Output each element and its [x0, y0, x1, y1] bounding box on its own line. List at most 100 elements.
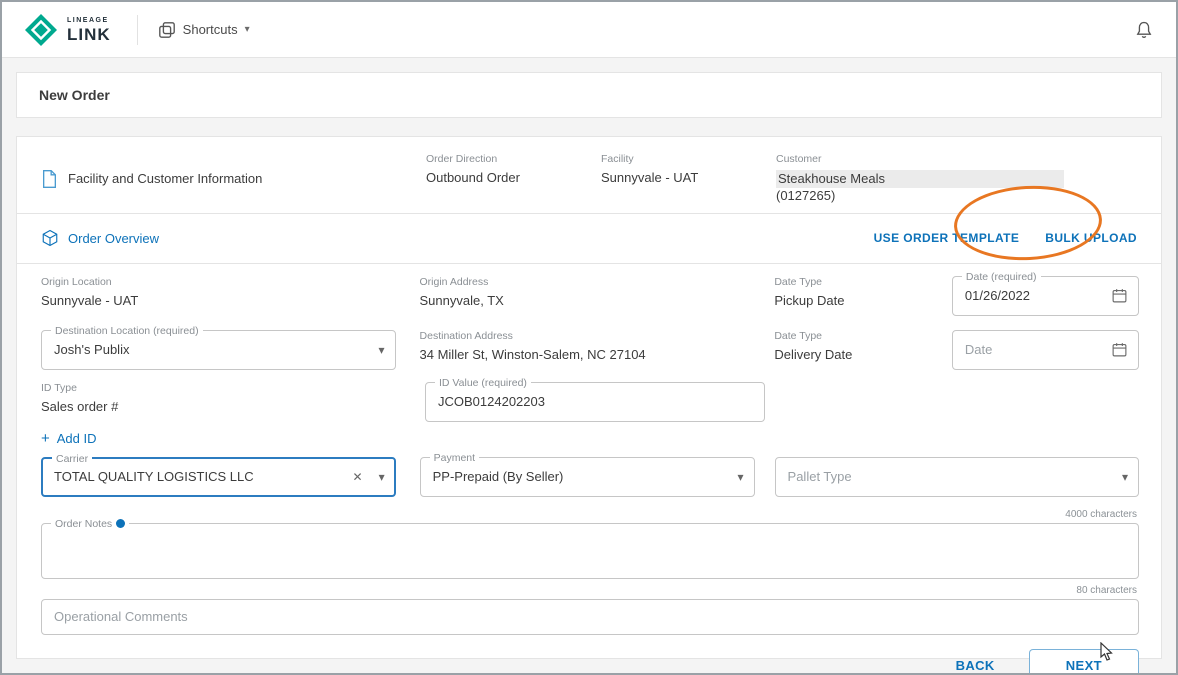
- operational-comments-input[interactable]: [54, 609, 1128, 624]
- pickup-date-type-value: Pickup Date: [774, 293, 932, 308]
- payment-label: Payment: [430, 452, 479, 464]
- destination-address-label: Destination Address: [420, 330, 755, 342]
- add-id-label: Add ID: [57, 431, 97, 446]
- id-type-label: ID Type: [41, 382, 401, 394]
- customer-field: Customer Steakhouse Meals (0127265): [776, 153, 1137, 205]
- calendar-icon: [1111, 341, 1128, 358]
- delivery-date-col: Date: [952, 330, 1139, 370]
- pickup-date-type-field: Date Type Pickup Date: [774, 276, 932, 308]
- notifications-button[interactable]: [1134, 19, 1154, 41]
- lineage-diamond-icon: [24, 13, 58, 47]
- clear-icon[interactable]: ✕: [353, 470, 363, 484]
- use-order-template-link[interactable]: USE ORDER TEMPLATE: [874, 231, 1020, 245]
- destination-location-select[interactable]: Destination Location (required) Josh's P…: [41, 330, 396, 370]
- calendar-button[interactable]: [1111, 287, 1128, 304]
- pallet-type-select[interactable]: Pallet Type ▾: [775, 457, 1139, 497]
- origin-location-field: Origin Location Sunnyvale - UAT: [41, 276, 396, 308]
- destination-location-value: Josh's Publix: [54, 342, 370, 357]
- pallet-type-placeholder: Pallet Type: [788, 469, 1114, 484]
- id-value-input[interactable]: ID Value (required) JCOB0124202203: [425, 382, 765, 422]
- origin-address-value: Sunnyvale, TX: [420, 293, 755, 308]
- pickup-date-value: 01/26/2022: [965, 288, 1103, 303]
- back-button[interactable]: BACK: [952, 652, 999, 675]
- origin-address-field: Origin Address Sunnyvale, TX: [420, 276, 755, 308]
- order-notes-label-text: Order Notes: [55, 518, 112, 530]
- shortcuts-icon: [158, 21, 176, 39]
- operational-comments-field[interactable]: [41, 599, 1139, 635]
- chevron-down-icon[interactable]: ▾: [738, 470, 744, 484]
- payment-value: PP-Prepaid (By Seller): [433, 469, 730, 484]
- lineage-link-logo[interactable]: LINEAGE LINK: [24, 13, 111, 47]
- chevron-down-icon: ▾: [245, 24, 250, 35]
- form-actions: BACK NEXT: [41, 649, 1139, 675]
- shortcuts-label: Shortcuts: [183, 22, 238, 37]
- order-notes-counter: 4000 characters: [41, 509, 1137, 520]
- order-form-card: Facility and Customer Information Order …: [16, 136, 1162, 659]
- order-direction-value: Outbound Order: [426, 170, 601, 186]
- origin-location-value: Sunnyvale - UAT: [41, 293, 396, 308]
- add-id-button[interactable]: + Add ID: [41, 430, 97, 447]
- chevron-down-icon[interactable]: ▾: [379, 470, 385, 484]
- brand-name-lineage: LINEAGE: [67, 17, 111, 24]
- page-header-card: New Order: [16, 72, 1162, 118]
- next-button[interactable]: NEXT: [1029, 649, 1139, 675]
- chevron-down-icon[interactable]: ▾: [378, 343, 384, 357]
- facility-label: Facility: [601, 153, 776, 165]
- carrier-combobox[interactable]: Carrier TOTAL QUALITY LOGISTICS LLC ✕ ▾: [41, 457, 396, 497]
- order-notes-input[interactable]: [54, 534, 1128, 578]
- destination-location-label: Destination Location (required): [51, 325, 203, 337]
- delivery-date-type-value: Delivery Date: [774, 347, 932, 362]
- destination-address-field: Destination Address 34 Miller St, Winsto…: [420, 330, 755, 362]
- payment-select[interactable]: Payment PP-Prepaid (By Seller) ▾: [420, 457, 755, 497]
- delivery-date-type-field: Date Type Delivery Date: [774, 330, 932, 362]
- page-title: New Order: [39, 87, 110, 103]
- pickup-date-type-label: Date Type: [774, 276, 932, 288]
- order-notes-textarea[interactable]: Order Notes: [41, 523, 1139, 579]
- form-row-origin: Origin Location Sunnyvale - UAT Origin A…: [41, 276, 1139, 316]
- carrier-value: TOTAL QUALITY LOGISTICS LLC: [54, 469, 353, 484]
- brand-text: LINEAGE LINK: [67, 17, 111, 43]
- calendar-button[interactable]: [1111, 341, 1128, 358]
- delivery-date-input[interactable]: Date: [952, 330, 1139, 370]
- order-form: Origin Location Sunnyvale - UAT Origin A…: [17, 264, 1161, 675]
- carrier-label: Carrier: [52, 453, 92, 465]
- facility-customer-row: Facility and Customer Information Order …: [17, 137, 1161, 214]
- document-icon: [41, 169, 58, 189]
- destination-location-col: Destination Location (required) Josh's P…: [41, 330, 396, 370]
- pickup-date-col: Date (required) 01/26/2022: [952, 276, 1139, 316]
- id-value-text: JCOB0124202203: [438, 394, 754, 409]
- pickup-date-input[interactable]: Date (required) 01/26/2022: [952, 276, 1139, 316]
- brand-name-link: LINK: [67, 26, 111, 43]
- pallet-type-col: Pallet Type ▾: [775, 457, 1139, 497]
- id-type-value: Sales order #: [41, 399, 401, 414]
- page-content: New Order Facility and Customer Informat…: [2, 58, 1176, 675]
- order-overview-title: Order Overview: [41, 229, 159, 247]
- order-overview-row: Order Overview USE ORDER TEMPLATE BULK U…: [17, 214, 1161, 264]
- delivery-date-type-label: Date Type: [774, 330, 932, 342]
- facility-section-title: Facility and Customer Information: [41, 153, 426, 205]
- customer-value-line1: Steakhouse Meals: [776, 170, 1064, 188]
- carrier-col: Carrier TOTAL QUALITY LOGISTICS LLC ✕ ▾: [41, 457, 396, 497]
- customer-label: Customer: [776, 153, 1137, 165]
- order-notes-label: Order Notes: [51, 518, 129, 530]
- app-window: LINEAGE LINK Shortcuts ▾ New Order: [0, 0, 1178, 675]
- form-row-id: ID Type Sales order # ID Value (required…: [41, 382, 1139, 422]
- origin-location-label: Origin Location: [41, 276, 396, 288]
- destination-address-value: 34 Miller St, Winston-Salem, NC 27104: [420, 347, 755, 362]
- facility-field: Facility Sunnyvale - UAT: [601, 153, 776, 205]
- bulk-upload-link[interactable]: BULK UPLOAD: [1045, 231, 1137, 245]
- topbar-divider: [137, 15, 138, 45]
- cube-icon: [41, 229, 59, 247]
- delivery-date-placeholder: Date: [965, 342, 1103, 357]
- shortcuts-menu[interactable]: Shortcuts ▾: [158, 21, 250, 39]
- info-icon: [116, 519, 125, 528]
- operational-comments-counter: 80 characters: [41, 585, 1137, 596]
- form-row-destination: Destination Location (required) Josh's P…: [41, 330, 1139, 370]
- order-direction-label: Order Direction: [426, 153, 601, 165]
- customer-value-line2: (0127265): [776, 188, 835, 203]
- chevron-down-icon[interactable]: ▾: [1122, 470, 1128, 484]
- id-value-col: ID Value (required) JCOB0124202203: [425, 382, 765, 422]
- form-row-carrier: Carrier TOTAL QUALITY LOGISTICS LLC ✕ ▾ …: [41, 457, 1139, 497]
- topbar: LINEAGE LINK Shortcuts ▾: [2, 2, 1176, 58]
- id-value-label: ID Value (required): [435, 377, 531, 389]
